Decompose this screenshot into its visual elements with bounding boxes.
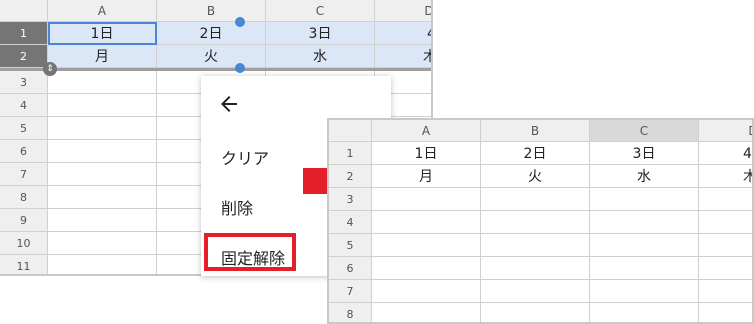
arrow-left-icon[interactable]: [217, 92, 241, 116]
spreadsheet-after: A B C D 1 1日 2日 3日 4日 2 月 火 水 木 3 4 5 6 …: [327, 118, 754, 324]
select-all-corner[interactable]: [0, 0, 48, 22]
row-header-3[interactable]: 3: [329, 188, 372, 211]
selection-handle-top[interactable]: [235, 17, 245, 27]
cell-a1[interactable]: 1日: [48, 22, 157, 45]
column-header-b[interactable]: B: [157, 0, 266, 22]
cell-c1[interactable]: 3日: [266, 22, 375, 45]
menu-item-delete[interactable]: 削除: [221, 195, 253, 219]
freeze-line[interactable]: [0, 68, 431, 71]
row-header-11[interactable]: 11: [0, 255, 48, 274]
row-header-3[interactable]: 3: [0, 71, 48, 94]
cell-b1[interactable]: 2日: [157, 22, 266, 45]
row-header-1[interactable]: 1: [329, 142, 372, 165]
cell-b2[interactable]: 火: [481, 165, 590, 188]
freeze-handle-icon[interactable]: ⇕: [43, 62, 57, 76]
row-header-8[interactable]: 8: [0, 186, 48, 209]
row-header-4[interactable]: 4: [0, 94, 48, 117]
row-header-9[interactable]: 9: [0, 209, 48, 232]
column-header-d[interactable]: D: [375, 0, 431, 22]
row-header-1[interactable]: 1: [0, 22, 48, 45]
row-header-10[interactable]: 10: [0, 232, 48, 255]
row-header-6[interactable]: 6: [0, 140, 48, 163]
row-header-2[interactable]: 2: [329, 165, 372, 188]
column-header-d[interactable]: D: [699, 120, 752, 142]
cell-d2[interactable]: 木: [699, 165, 752, 188]
cell-c2[interactable]: 水: [590, 165, 699, 188]
column-header-a[interactable]: A: [372, 120, 481, 142]
cell-d1[interactable]: 4日: [375, 22, 431, 45]
column-header-a[interactable]: A: [48, 0, 157, 22]
select-all-corner[interactable]: [329, 120, 372, 142]
cell-b2[interactable]: 火: [157, 45, 266, 68]
selection-handle-bottom[interactable]: [235, 63, 245, 73]
row-header-2[interactable]: 2: [0, 45, 48, 68]
row-header-5[interactable]: 5: [329, 234, 372, 257]
cell-d1[interactable]: 4日: [699, 142, 752, 165]
cell-b1[interactable]: 2日: [481, 142, 590, 165]
row-header-7[interactable]: 7: [0, 163, 48, 186]
row-header-8[interactable]: 8: [329, 303, 372, 322]
cell-a2[interactable]: 月: [48, 45, 157, 68]
cell-d2[interactable]: 木: [375, 45, 431, 68]
row-header-5[interactable]: 5: [0, 117, 48, 140]
row-header-6[interactable]: 6: [329, 257, 372, 280]
cell-a1[interactable]: 1日: [372, 142, 481, 165]
cell-c2[interactable]: 水: [266, 45, 375, 68]
empty-cells[interactable]: [372, 188, 752, 322]
row-header-7[interactable]: 7: [329, 280, 372, 303]
menu-item-clear[interactable]: クリア: [221, 145, 269, 169]
cell-a2[interactable]: 月: [372, 165, 481, 188]
column-header-c[interactable]: C: [266, 0, 375, 22]
cell-c1[interactable]: 3日: [590, 142, 699, 165]
highlight-box: [204, 233, 296, 271]
row-header-4[interactable]: 4: [329, 211, 372, 234]
column-header-c[interactable]: C: [590, 120, 699, 142]
column-header-b[interactable]: B: [481, 120, 590, 142]
